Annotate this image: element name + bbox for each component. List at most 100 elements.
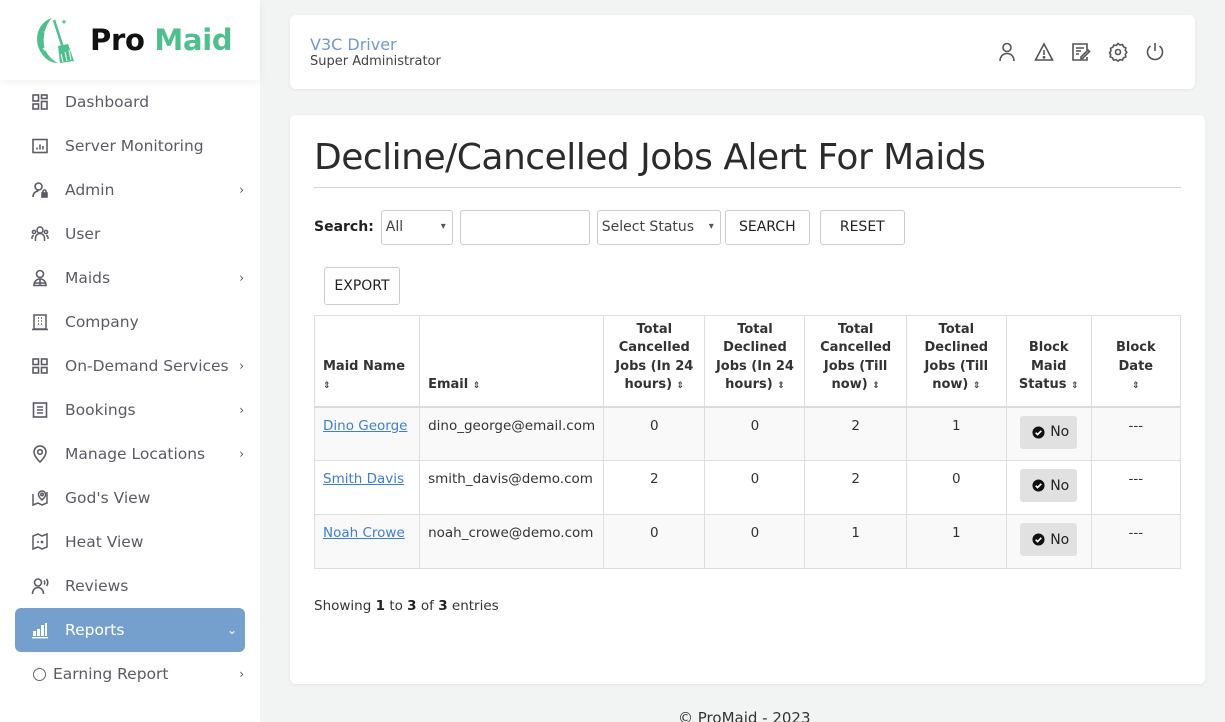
sidebar-item-label: Bookings	[65, 401, 136, 419]
sidebar-item-bookings[interactable]: Bookings ›	[0, 388, 260, 432]
title-divider	[314, 187, 1181, 188]
maid-icon	[31, 269, 49, 287]
sidebar-item-manage-locations[interactable]: Manage Locations ›	[0, 432, 260, 476]
search-field-select[interactable]: All ▾	[380, 209, 453, 245]
search-bar: Search: All ▾ Select Status ▾ SEARCH RES…	[314, 209, 905, 245]
status-select-value: Select Status	[601, 219, 695, 235]
sidebar-item-reviews[interactable]: Reviews	[0, 564, 260, 608]
cancelled-total-cell: 2	[804, 406, 907, 461]
table-row: Dino George dino_george@email.com 0 0 2 …	[313, 406, 1182, 461]
logo[interactable]: Pro Maid	[0, 0, 260, 80]
maid-name-link[interactable]: Smith Davis	[323, 471, 404, 487]
sidebar-item-heat-view[interactable]: Heat View	[0, 520, 260, 564]
brand-name-maid: Maid	[154, 23, 233, 57]
block-status-button[interactable]: No	[1020, 415, 1078, 449]
user-role: Super Administrator	[310, 54, 441, 69]
column-header-cancelled-24h[interactable]: Total Cancelled Jobs (In 24 hours) ⇕	[603, 315, 706, 408]
check-circle-icon	[1032, 425, 1045, 439]
sidebar-item-admin[interactable]: Admin ›	[0, 168, 260, 212]
block-status-label: No	[1050, 424, 1070, 440]
column-header-email[interactable]: Email ⇕	[419, 315, 605, 408]
sidebar-item-dashboard[interactable]: Dashboard	[0, 80, 260, 124]
block-status-label: No	[1050, 477, 1070, 494]
sort-icon: ⇕	[323, 381, 331, 391]
brand-name-pro: Pro	[90, 23, 145, 57]
alert-icon[interactable]	[1034, 41, 1054, 63]
sort-icon: ⇕	[872, 381, 880, 391]
heat-map-icon	[31, 533, 49, 551]
sidebar-item-on-demand-services[interactable]: On-Demand Services ›	[0, 344, 260, 388]
block-status-button[interactable]: No	[1020, 523, 1078, 556]
chevron-right-icon: ›	[239, 183, 244, 197]
search-label: Search:	[314, 219, 374, 235]
sidebar-item-company[interactable]: Company	[0, 300, 260, 344]
sidebar-item-label: Maids	[65, 269, 111, 287]
top-header: V3C Driver Super Administrator	[290, 15, 1195, 89]
column-header-declined-total[interactable]: Total Declined Jobs (Till now) ⇕	[905, 315, 1007, 408]
user-name[interactable]: V3C Driver	[310, 35, 397, 54]
block-date-cell: ---	[1090, 406, 1182, 461]
column-header-cancelled-total[interactable]: Total Cancelled Jobs (Till now) ⇕	[804, 315, 907, 408]
column-header-block-status[interactable]: Block Maid Status ⇕	[1005, 315, 1092, 408]
list-icon	[31, 401, 49, 419]
column-header-maid-name[interactable]: Maid Name ⇕	[313, 315, 421, 408]
chevron-down-icon: ⌄	[226, 623, 237, 637]
column-header-label: Block Maid Status	[1018, 340, 1069, 392]
column-header-block-date[interactable]: Block Date ⇕	[1090, 315, 1182, 408]
users-icon	[31, 225, 49, 243]
header-actions	[997, 41, 1165, 63]
sidebar-item-label: Admin	[65, 181, 115, 199]
status-select[interactable]: Select Status ▾	[596, 209, 721, 245]
map-pin-icon	[31, 489, 49, 507]
location-pin-icon	[31, 445, 49, 463]
sidebar-item-server-monitoring[interactable]: Server Monitoring	[0, 124, 260, 168]
brand-name: Pro Maid	[90, 23, 233, 57]
page-title: Decline/Cancelled Jobs Alert For Maids	[314, 137, 986, 178]
maid-name-cell: Noah Crowe	[313, 514, 421, 569]
sidebar: Pro Maid Dashboard Server Monitoring Adm…	[0, 0, 260, 722]
column-header-declined-24h[interactable]: Total Declined Jobs (In 24 hours) ⇕	[704, 315, 806, 408]
power-icon[interactable]	[1145, 41, 1165, 63]
sidebar-item-label: Heat View	[65, 533, 144, 551]
sort-icon: ⇕	[676, 381, 685, 391]
declined-24h-cell: 0	[704, 460, 806, 515]
edit-icon[interactable]	[1071, 41, 1091, 63]
block-status-label: No	[1050, 531, 1070, 548]
search-field-select-value: All	[385, 219, 404, 235]
server-monitoring-icon	[31, 137, 49, 155]
reset-button[interactable]: RESET	[819, 209, 905, 245]
dashboard-icon	[31, 93, 49, 111]
declined-24h-cell: 0	[704, 406, 806, 461]
search-input[interactable]	[459, 209, 590, 245]
maid-name-link[interactable]: Noah Crowe	[323, 525, 405, 541]
sidebar-item-label: Reports	[65, 621, 125, 639]
block-status-cell: No	[1005, 460, 1092, 515]
sidebar-item-maids[interactable]: Maids ›	[0, 256, 260, 300]
column-header-label: Total Cancelled Jobs (Till now)	[820, 321, 892, 393]
table-info: Showing 1 to 3 of 3 entries	[314, 598, 499, 614]
cancelled-24h-cell: 2	[603, 460, 706, 515]
showing-total: 3	[438, 598, 448, 614]
maid-name-link[interactable]: Dino George	[323, 418, 407, 434]
profile-icon[interactable]	[997, 41, 1017, 63]
circle-icon	[33, 667, 46, 681]
sidebar-item-reports[interactable]: Reports ⌄	[15, 608, 245, 652]
sidebar-item-user[interactable]: User	[0, 212, 260, 256]
column-header-label: Block Date	[1115, 340, 1156, 374]
sidebar-item-label: Earning Report	[53, 665, 169, 683]
sort-icon: ⇕	[1132, 381, 1140, 391]
block-status-button[interactable]: No	[1020, 469, 1078, 502]
settings-icon[interactable]	[1108, 41, 1128, 63]
email-cell: noah_crowe@demo.com	[419, 514, 605, 569]
search-button[interactable]: SEARCH	[724, 209, 810, 245]
cancelled-24h-cell: 0	[603, 406, 706, 461]
showing-suffix: entries	[451, 598, 499, 614]
sort-icon: ⇕	[777, 381, 785, 391]
chevron-down-icon: ▾	[708, 220, 714, 232]
showing-to: 3	[407, 598, 417, 614]
export-button[interactable]: EXPORT	[324, 267, 400, 305]
sidebar-item-label: Server Monitoring	[65, 137, 204, 155]
sidebar-item-earning-report[interactable]: Earning Report ›	[0, 652, 260, 696]
sidebar-item-gods-view[interactable]: God's View	[0, 476, 260, 520]
reviews-icon	[31, 577, 49, 595]
